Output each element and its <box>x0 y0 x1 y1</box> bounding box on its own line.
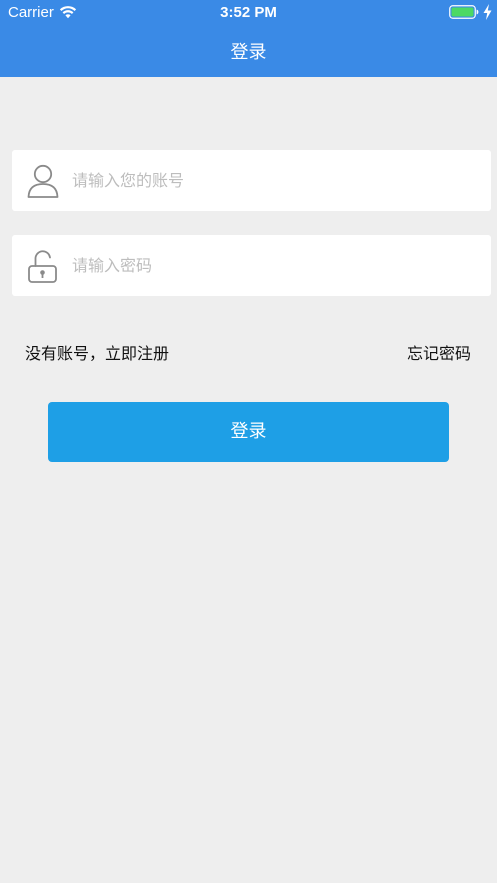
register-link[interactable]: 没有账号，立即注册 <box>25 343 169 365</box>
status-time: 3:52 PM <box>220 4 277 21</box>
charging-bolt-icon <box>483 4 492 20</box>
navigation-header: Carrier 3:52 PM 登录 <box>0 0 497 77</box>
battery-icon <box>449 5 479 19</box>
password-input[interactable] <box>72 235 472 296</box>
login-button[interactable]: 登录 <box>48 402 449 462</box>
username-input[interactable] <box>72 150 472 211</box>
forgot-password-link[interactable]: 忘记密码 <box>407 343 471 365</box>
page-title: 登录 <box>230 42 267 63</box>
unlock-icon <box>28 250 57 283</box>
password-field <box>12 235 491 296</box>
user-icon <box>27 164 59 198</box>
status-bar: Carrier 3:52 PM <box>0 0 497 26</box>
username-field <box>12 150 491 211</box>
